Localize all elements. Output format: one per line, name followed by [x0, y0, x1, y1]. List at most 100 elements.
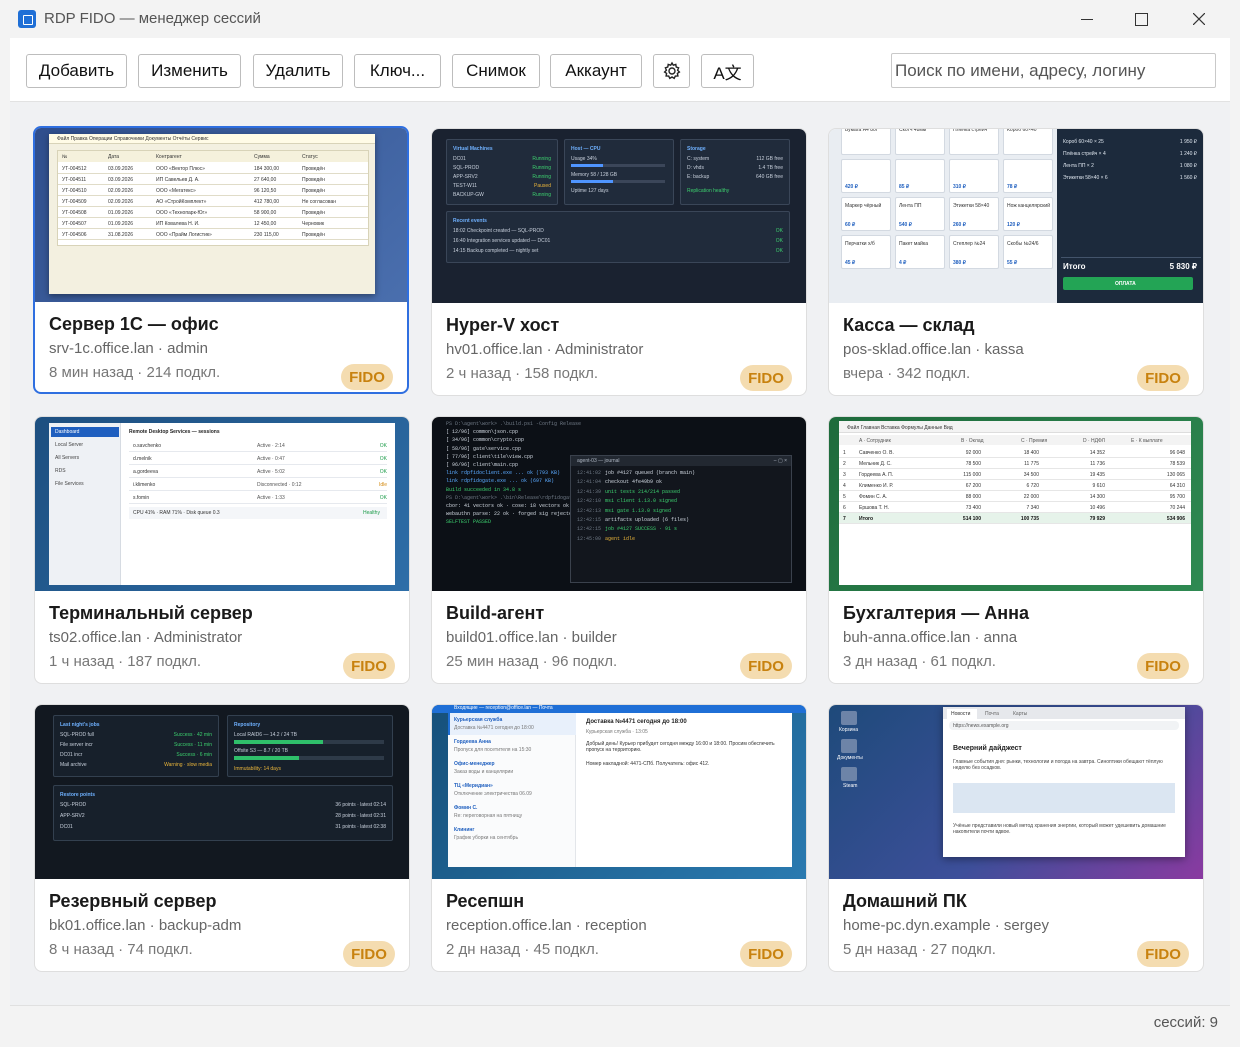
thumbnail-text: 70 244 — [1169, 505, 1185, 511]
search-input[interactable] — [891, 53, 1216, 88]
thumbnail-text: Success · 6 min — [176, 752, 212, 758]
table-cell: Проведён — [302, 188, 325, 194]
table-cell: УТ-004507 — [62, 221, 87, 227]
thumbnail-text: 514 100 — [962, 516, 981, 522]
table-cell: 03.09.2026 — [108, 177, 134, 183]
thumbnail-text: График уборки на сентябрь — [454, 835, 519, 841]
maximize-button[interactable] — [1118, 0, 1164, 38]
close-icon — [1193, 13, 1205, 25]
table-row — [839, 502, 1191, 513]
thumbnail-text: 60 ₽ — [845, 222, 856, 228]
thumbnail-text: C: system — [687, 156, 710, 162]
session-card[interactable]: Dashboard Local Server All Servers RDS File … — [34, 416, 410, 684]
thumbnail-text: Ершова Т. Н. — [859, 505, 889, 511]
session-name: Сервер 1С — офис — [49, 314, 219, 334]
thumbnail-text: OK — [379, 443, 387, 449]
session-stats: 2 дн назад · 45 подкл. — [446, 941, 599, 958]
table-cell: 31.08.2026 — [108, 232, 134, 238]
thumbnail-text: 130 065 — [1166, 472, 1185, 478]
session-name: Бухгалтерия — Анна — [843, 603, 1030, 623]
thumbnail-text: 420 ₽ — [845, 184, 858, 190]
thumbnail-text: 67 200 — [965, 483, 981, 489]
session-address: hv01.office.lan · Administrator — [446, 341, 644, 358]
thumbnail-text: SQL-PROD — [453, 165, 480, 171]
thumbnail-text: File Services — [55, 481, 84, 487]
thumbnail-text: 96 048 — [1169, 450, 1185, 456]
session-thumbnail: Корзина Документы Steam Новости Почта Ка… — [829, 705, 1203, 879]
thumbnail-text: 55 ₽ — [1007, 260, 1018, 266]
thumbnail-text: 380 ₽ — [953, 260, 966, 266]
table-cell: ООО «Мегатекс» — [156, 188, 196, 194]
thumbnail-text: OK — [379, 456, 387, 462]
session-stats: 3 дн назад · 61 подкл. — [843, 653, 996, 670]
thumbnail-text: Disconnected · 0:12 — [257, 482, 302, 488]
thumbnail-text: BACKUP-GW — [453, 192, 484, 198]
thumbnail-text: artifacts uploaded (6 files) — [605, 517, 690, 523]
table-cell: УТ-004508 — [62, 210, 87, 216]
table-row — [839, 491, 1191, 502]
table-cell: 12 450,00 — [254, 221, 277, 227]
session-address: home-pc.dyn.example · sergey — [843, 917, 1049, 934]
table-cell: 230 115,00 — [254, 232, 279, 238]
minimize-button[interactable] — [1064, 0, 1110, 38]
gear-icon — [663, 61, 680, 80]
session-card[interactable]: Last night's jobs SQL-PROD full Success ·… — [34, 704, 410, 972]
add-button[interactable]: Добавить — [26, 54, 127, 88]
thumbnail-text: unit tests 214/214 passed — [605, 488, 681, 495]
thumbnail-text: 9 610 — [1092, 483, 1105, 489]
thumbnail-text: Скобы №24/6 — [1007, 241, 1039, 247]
thumbnail-text: DC01 incr — [60, 752, 83, 758]
session-card[interactable]: Бумага А4 80г Скотч 48мм Плёнка стрейч Коро… — [828, 128, 1204, 396]
product-tile: Скотч 48мм — [895, 129, 945, 155]
settings-button[interactable] — [653, 54, 690, 88]
table-row — [839, 513, 1191, 524]
session-thumbnail: Файл Правка Операции Справочники Докумен… — [35, 128, 407, 302]
account-button[interactable]: Аккаунт — [550, 54, 642, 88]
session-card[interactable]: PS D:\agent\work> .\build.ps1 -Config Re… — [431, 416, 807, 684]
thumbnail-text: 14 352 — [1089, 450, 1105, 456]
thumbnail-text: 92 000 — [965, 450, 981, 456]
session-card[interactable]: Файл Правка Операции Справочники Докумен… — [33, 126, 409, 394]
thumbnail-text: Короб 60×40 × 25 — [1063, 139, 1104, 145]
thumbnail-text: Степлер №24 — [953, 241, 986, 247]
thumbnail-text: Running — [532, 174, 551, 180]
thumbnail-text: 12:41:39 — [577, 488, 602, 495]
session-card[interactable]: Корзина Документы Steam Новости Почта Ка… — [828, 704, 1204, 972]
language-button[interactable]: A文 — [701, 54, 754, 88]
thumbnail-text: 28 points · latest 02:31 — [335, 813, 386, 819]
thumbnail-text: 16:40 Integration services updated — DC0… — [453, 238, 551, 244]
thumbnail-text: webauthn parse: 22 ok · forged sig rejec… — [446, 511, 576, 518]
thumbnail-text: Active · 1:33 — [257, 495, 285, 501]
thumbnail-text: Бумага А4 80г — [845, 129, 878, 133]
table-cell: АО «СтройКомплект» — [156, 199, 207, 205]
session-thumbnail: Last night's jobs SQL-PROD full Success ·… — [35, 705, 409, 879]
close-button[interactable] — [1176, 0, 1222, 38]
session-card[interactable]: Файл Главная Вставка Формулы Данные Вид … — [828, 416, 1204, 684]
thumbnail-text: 534 906 — [1166, 516, 1185, 522]
key-button[interactable]: Ключ... — [354, 54, 441, 88]
session-card[interactable]: Virtual Machines DC01 Running SQL-PROD Runn… — [431, 128, 807, 396]
thumbnail-text: Этикетки 58×40 × 6 — [1063, 175, 1108, 181]
thumbnail-text: APP-SRV2 — [453, 174, 478, 180]
thumbnail-text: 12:42:13 — [577, 507, 602, 514]
thumbnail-text: 85 ₽ — [899, 184, 910, 190]
thumbnail-text: 6 720 — [1026, 483, 1039, 489]
product-tile: Нож канцелярский 120 ₽ — [1003, 197, 1053, 231]
thumbnail-text: 34 500 — [1023, 472, 1039, 478]
session-thumbnail: Бумага А4 80г Скотч 48мм Плёнка стрейч Коро… — [829, 129, 1203, 303]
thumbnail-text: Маркер чёрный — [845, 203, 882, 209]
thumbnail-text: Нож канцелярский — [1007, 203, 1051, 209]
thumbnail-text: 3 — [843, 472, 846, 478]
thumbnail-text: 1.4 TB free — [758, 165, 783, 171]
delete-button[interactable]: Удалить — [253, 54, 343, 88]
table-cell: УТ-004511 — [62, 177, 87, 183]
fido-badge: FIDO — [740, 941, 792, 967]
thumbnail-text: msi gate 1.13.0 signed — [605, 507, 672, 514]
snapshot-button[interactable]: Снимок — [452, 54, 540, 88]
session-card[interactable]: Входящие — reception@office.lan — Почта … — [431, 704, 807, 972]
edit-button[interactable]: Изменить — [138, 54, 241, 88]
thumbnail-text: OK — [379, 495, 387, 501]
table-cell: 27 640,00 — [254, 177, 277, 183]
product-tile: 78 ₽ — [1003, 159, 1053, 193]
thumbnail-text: Этикетки 58×40 — [953, 203, 990, 209]
